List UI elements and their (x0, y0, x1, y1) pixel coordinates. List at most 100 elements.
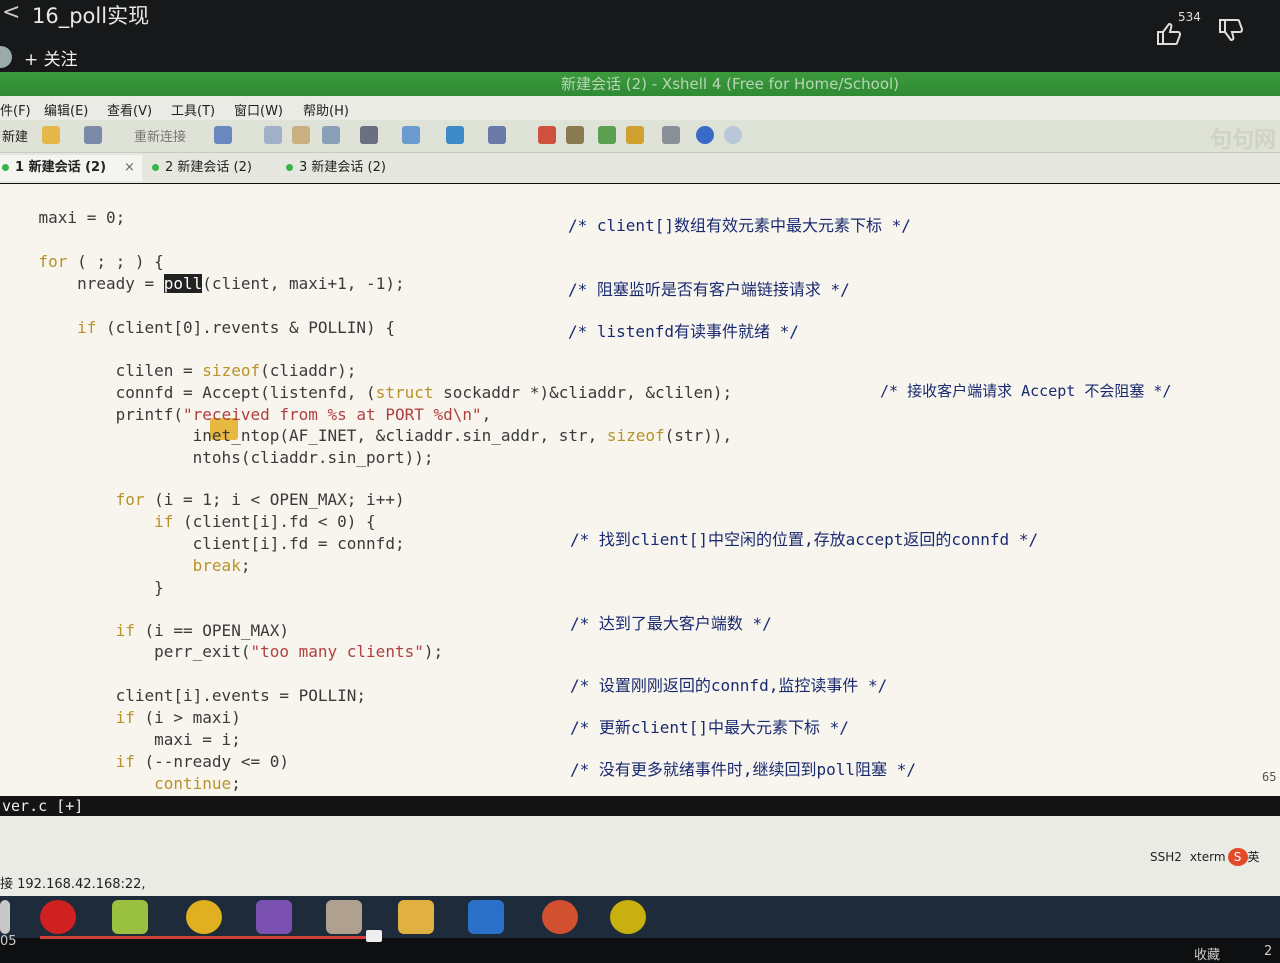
video-top-bar: < 16_poll实现 + 关注 534 (0, 0, 1280, 72)
code-comment: /* 找到client[]中空闲的位置,存放accept返回的connfd */ (570, 530, 1039, 549)
paste-icon[interactable] (292, 126, 310, 144)
code-line: for (i = 1; i < OPEN_MAX; i++) (115, 490, 405, 509)
progress-handle-icon[interactable] (366, 930, 382, 942)
menu-help[interactable]: 帮助(H) (303, 100, 349, 119)
ime-icon[interactable]: S (1227, 848, 1248, 866)
file-name: ver.c [+] (2, 797, 84, 815)
terminal-blank-area (0, 816, 1280, 874)
code-line: perr_exit("too many clients"); (0, 642, 444, 661)
transfer-icon[interactable] (402, 126, 420, 144)
connection-label: 接 192.168.42.168:22, (0, 877, 146, 892)
collect-button[interactable]: 收藏 (1194, 944, 1220, 963)
tab-session-3[interactable]: 3 新建会话 (2) (286, 155, 386, 181)
code-comment: /* client[]数组有效元素中最大元素下标 */ (568, 216, 911, 235)
code-comment: /* 没有更多就绪事件时,继续回到poll阻塞 */ (570, 760, 916, 779)
keyboard-icon[interactable] (662, 126, 680, 144)
back-icon[interactable]: < (2, 0, 20, 25)
code-comment: /* listenfd有读事件就绪 */ (568, 322, 799, 341)
terminal-type: xterm (1189, 850, 1226, 864)
video-bottom-bar: 05 (0, 934, 1280, 960)
visual-studio-icon[interactable] (256, 900, 292, 934)
code-comment: /* 设置刚刚返回的connfd,监控读事件 */ (570, 676, 888, 695)
code-line: clilen = sizeof(cliaddr); (0, 361, 357, 380)
connected-dot-icon (286, 164, 293, 171)
code-line: maxi = 0; (0, 208, 126, 227)
code-line: inet_ntop(AF_INET, &cliaddr.sin_addr, st… (0, 426, 733, 445)
word-icon[interactable] (468, 900, 504, 934)
video-title: 16_poll实现 (32, 4, 150, 28)
ime-lang[interactable]: 英 (1248, 850, 1260, 864)
page-number: 2 (1264, 944, 1273, 959)
print-icon[interactable] (360, 126, 378, 144)
chat-icon[interactable] (724, 126, 742, 144)
menu-bar: 件(F) 编辑(E) 查看(V) 工具(T) 窗口(W) 帮助(H) (0, 96, 1280, 120)
watermark: 句句网 (1210, 128, 1277, 153)
video-progress-bar[interactable] (40, 936, 370, 939)
tab-label: 1 新建会话 (2) (15, 160, 107, 175)
xshell-icon[interactable] (542, 900, 578, 934)
like-button[interactable]: 534 (1150, 4, 1210, 54)
session-status: SSH2 xterm S 英 (1150, 848, 1260, 866)
code-line: printf("received from %s at PORT %d\n", (0, 405, 492, 424)
ql-icon[interactable] (112, 900, 148, 934)
close-tab-icon[interactable]: × (124, 160, 135, 175)
menu-window[interactable]: 窗口(W) (234, 100, 283, 119)
connection-status: 接 192.168.42.168:22, (0, 874, 1280, 896)
code-line: maxi = i; (0, 730, 241, 749)
file-explorer-icon[interactable] (398, 900, 434, 934)
code-line: if (--nready <= 0) (115, 752, 289, 771)
code-line: client[i].fd = connfd; (0, 534, 405, 553)
script-icon[interactable] (538, 126, 556, 144)
start-icon[interactable] (0, 900, 10, 934)
code-line: client[i].events = POLLIN; (0, 686, 367, 705)
connected-dot-icon (2, 164, 9, 171)
menu-file[interactable]: 件(F) (0, 100, 31, 119)
menu-view[interactable]: 查看(V) (107, 100, 152, 119)
code-comment: /* 更新client[]中最大元素下标 */ (570, 718, 849, 737)
connected-dot-icon (152, 164, 159, 171)
code-line: connfd = Accept(listenfd, (struct sockad… (0, 383, 733, 402)
code-line: if (client[i].fd < 0) { (154, 512, 376, 531)
terminal-editor[interactable]: maxi = 0; for ( ; ; ) { nready = poll(cl… (0, 184, 1280, 796)
open-folder-icon[interactable] (42, 126, 60, 144)
properties-icon[interactable] (214, 126, 232, 144)
paint-icon[interactable] (326, 900, 362, 934)
new-session-button[interactable]: 新建 (2, 126, 28, 145)
lock-icon[interactable] (626, 126, 644, 144)
tab-label: 2 新建会话 (2) (165, 160, 252, 175)
code-line: continue; (154, 774, 241, 793)
thumbs-down-icon[interactable] (1218, 18, 1244, 44)
window-title-bar: 新建会话 (2) - Xshell 4 (Free for Home/Schoo… (0, 72, 1280, 96)
code-line: if (i > maxi) (115, 708, 241, 727)
line-number: 65 (1262, 770, 1277, 784)
reconnect-button[interactable]: 重新连接 (134, 126, 186, 145)
connect-icon[interactable] (84, 126, 102, 144)
code-line: if (i == OPEN_MAX) (115, 621, 289, 640)
video-time: 05 (0, 934, 17, 949)
code-comment: /* 阻塞监听是否有客户端链接请求 */ (568, 280, 850, 299)
protocol-label: SSH2 (1150, 850, 1182, 864)
find-icon[interactable] (322, 126, 340, 144)
menu-edit[interactable]: 编辑(E) (44, 100, 88, 119)
code-line: nready = poll(client, maxi+1, -1); (0, 274, 405, 293)
menu-tools[interactable]: 工具(T) (171, 100, 215, 119)
code-line: ntohs(cliaddr.sin_port)); (0, 448, 434, 467)
toolbar: 新建 重新连接 句句网 (0, 120, 1280, 153)
code-line: if (client[0].revents & POLLIN) { (77, 318, 395, 337)
code-line: } (0, 578, 164, 597)
layout-icon[interactable] (598, 126, 616, 144)
avatar (0, 46, 12, 68)
chrome-icon[interactable] (186, 900, 222, 934)
copy-icon[interactable] (264, 126, 282, 144)
recorder-icon[interactable] (40, 900, 76, 934)
thumbs-up-icon (1157, 22, 1182, 45)
tab-session-1[interactable]: 1 新建会话 (2) × (0, 155, 142, 181)
macro-icon[interactable] (566, 126, 584, 144)
tab-session-2[interactable]: 2 新建会话 (2) (152, 155, 252, 181)
tab-label: 3 新建会话 (2) (299, 160, 386, 175)
editor-icon[interactable] (610, 900, 646, 934)
session-tabs: 1 新建会话 (2) × 2 新建会话 (2) 3 新建会话 (2) (0, 153, 1280, 183)
globe-icon[interactable] (446, 126, 464, 144)
font-icon[interactable] (488, 126, 506, 144)
help-icon[interactable] (696, 126, 714, 144)
